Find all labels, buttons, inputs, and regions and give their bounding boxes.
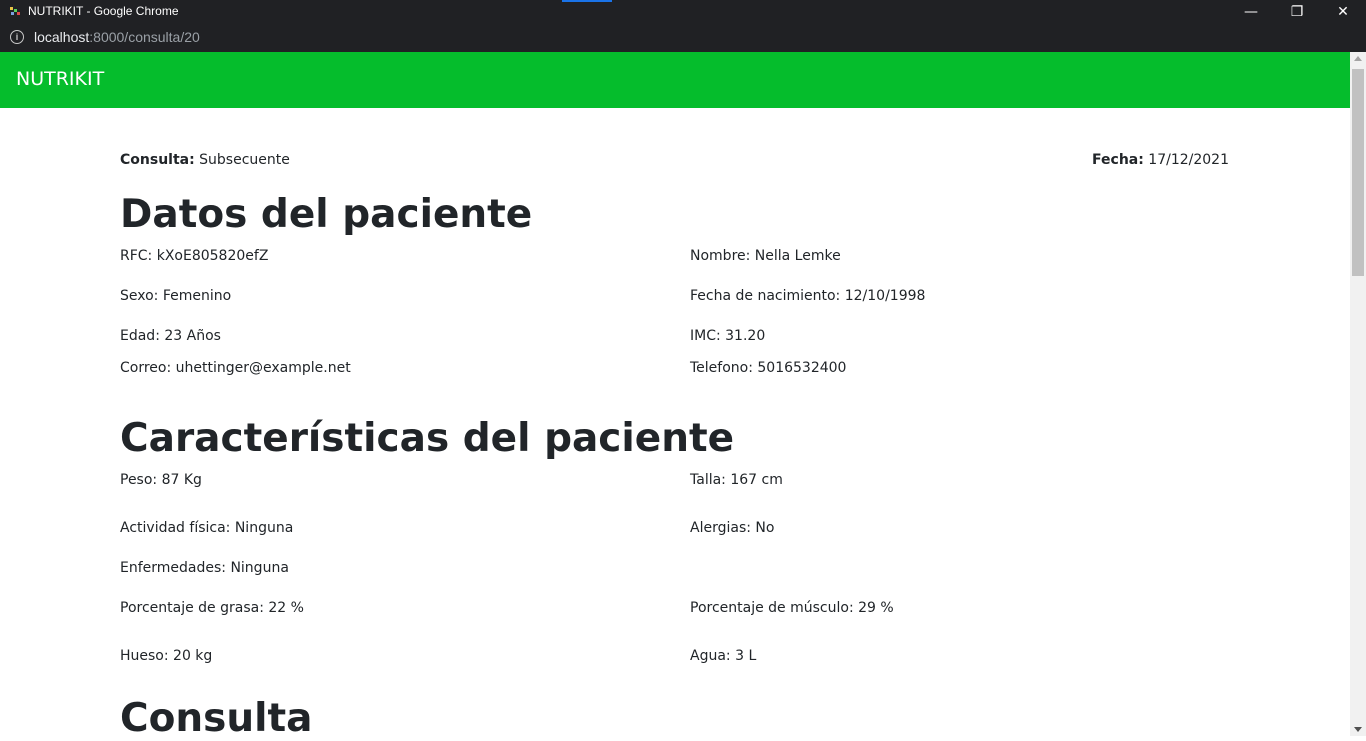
patient-water: Agua: 3 L	[690, 648, 757, 664]
patient-name: Nombre: Nella Lemke	[690, 248, 841, 264]
patient-activity: Actividad física: Ninguna	[120, 520, 294, 536]
page-scrollbar[interactable]	[1350, 52, 1366, 736]
patient-weight: Peso: 87 Kg	[120, 472, 202, 488]
scrollbar-thumb[interactable]	[1352, 69, 1364, 276]
browser-titlebar: NUTRIKIT - Google Chrome — ❐ ✕	[0, 0, 1366, 23]
consulta-type: Consulta: Subsecuente	[120, 152, 290, 168]
patient-height: Talla: 167 cm	[690, 472, 783, 488]
patient-email: Correo: uhettinger@example.net	[120, 360, 351, 376]
scroll-down-arrow-icon[interactable]	[1354, 727, 1362, 732]
patient-muscle-percent: Porcentaje de músculo: 29 %	[690, 600, 894, 616]
patient-allergies: Alergias: No	[690, 520, 775, 536]
patient-imc: IMC: 31.20	[690, 328, 766, 344]
consulta-date: Fecha: 17/12/2021	[1092, 152, 1229, 168]
patient-bone: Hueso: 20 kg	[120, 648, 213, 664]
caracteristicas-heading: Características del paciente	[120, 416, 735, 461]
patient-phone: Telefono: 5016532400	[690, 360, 847, 376]
window-title: NUTRIKIT - Google Chrome	[28, 4, 179, 18]
address-bar[interactable]: i localhost:8000/consulta/20	[0, 23, 1366, 53]
patient-diseases: Enfermedades: Ninguna	[120, 560, 289, 576]
navbar: NUTRIKIT	[0, 52, 1350, 108]
tab-indicator	[562, 0, 612, 2]
url-field[interactable]: localhost:8000/consulta/20	[34, 29, 200, 45]
consulta-date-value: 17/12/2021	[1148, 152, 1229, 168]
datos-heading: Datos del paciente	[120, 192, 533, 237]
patient-rfc: RFC: kXoE805820efZ	[120, 248, 269, 264]
url-path: :8000/consulta/20	[89, 29, 200, 45]
consulta-heading: Consulta	[120, 696, 313, 741]
consulta-type-value: Subsecuente	[199, 152, 290, 168]
close-button[interactable]: ✕	[1320, 0, 1366, 23]
brand-link[interactable]: NUTRIKIT	[16, 68, 104, 90]
patient-birthdate: Fecha de nacimiento: 12/10/1998	[690, 288, 926, 304]
scroll-up-arrow-icon[interactable]	[1354, 56, 1362, 61]
app-favicon-icon	[10, 7, 20, 15]
consulta-date-label: Fecha:	[1092, 152, 1144, 168]
patient-age: Edad: 23 Años	[120, 328, 221, 344]
restore-button[interactable]: ❐	[1274, 0, 1320, 23]
patient-fat-percent: Porcentaje de grasa: 22 %	[120, 600, 304, 616]
url-host: localhost	[34, 29, 90, 45]
consulta-type-label: Consulta:	[120, 152, 195, 168]
patient-sex: Sexo: Femenino	[120, 288, 232, 304]
site-info-icon[interactable]: i	[10, 30, 24, 44]
minimize-button[interactable]: —	[1228, 0, 1274, 23]
